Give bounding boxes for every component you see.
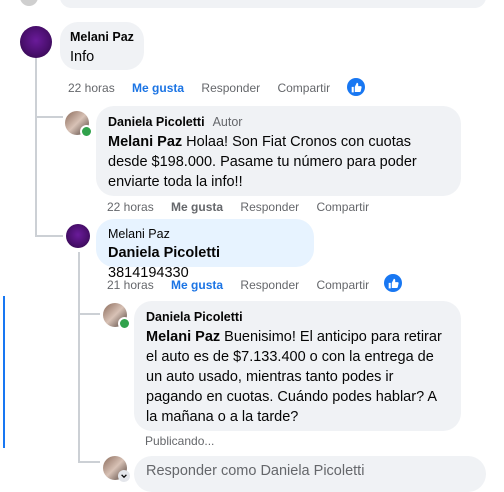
reply-button[interactable]: Responder (201, 81, 260, 95)
thread-connector (35, 116, 63, 118)
reply-bubble: Daniela Picoletti Melani Paz Buenisimo! … (134, 301, 461, 431)
like-reaction-icon[interactable] (347, 78, 365, 96)
share-button[interactable]: Compartir (316, 200, 369, 214)
previous-content-fragment (60, 0, 486, 8)
reply-actions: 21 horas Me gusta Responder Compartir (107, 277, 383, 293)
reply-text: Holaa! Son Fiat Cronos con cuotas (186, 134, 412, 150)
reply-timestamp[interactable]: 22 horas (107, 200, 154, 214)
online-status-icon (80, 125, 93, 138)
reply-text: la mañana o a la tarde? (146, 409, 299, 425)
like-reaction-icon[interactable] (384, 274, 402, 292)
reply-button[interactable]: Responder (240, 200, 299, 214)
share-button[interactable]: Compartir (316, 278, 369, 292)
like-button[interactable]: Me gusta (132, 81, 184, 95)
thread-connector (78, 313, 100, 315)
reply-timestamp[interactable]: 21 horas (107, 278, 154, 292)
avatar[interactable] (20, 26, 52, 58)
reply-input[interactable]: Responder como Daniela Picoletti (134, 456, 486, 492)
reply-bubble: Daniela Picoletti Autor Melani Paz Holaa!… (96, 106, 461, 196)
mention-link[interactable]: Melani Paz (108, 134, 182, 150)
author-badge: Autor (212, 115, 243, 129)
thread-line (78, 252, 80, 462)
reply-text: enviarte toda la info!! (108, 174, 243, 190)
reply-author[interactable]: Daniela Picoletti (108, 115, 205, 129)
reply-text: el auto es de $7.133.400 o con la entreg… (146, 349, 434, 365)
reply-button[interactable]: Responder (240, 278, 299, 292)
like-button[interactable]: Me gusta (171, 200, 223, 214)
share-button[interactable]: Compartir (277, 81, 330, 95)
focus-indicator (3, 296, 5, 448)
thread-connector (35, 235, 63, 237)
avatar (20, 0, 38, 6)
reply-author[interactable]: Melani Paz (108, 226, 302, 242)
comment-actions: 22 horas Me gusta Responder Compartir (68, 80, 344, 96)
publishing-status: Publicando... (145, 434, 215, 448)
dropdown-chevron-icon[interactable] (118, 470, 130, 482)
reply-text: Buenisimo! El anticipo para retirar (224, 329, 442, 345)
comment-author[interactable]: Melani Paz (70, 29, 134, 45)
avatar[interactable] (66, 224, 90, 248)
comment-timestamp[interactable]: 22 horas (68, 81, 115, 95)
reply-actions: 22 horas Me gusta Responder Compartir (107, 199, 383, 215)
reply-text: pagando en cuotas. Cuándo podes hablar? … (146, 389, 438, 405)
like-button[interactable]: Me gusta (171, 278, 223, 292)
comment-text: Info (70, 49, 95, 65)
reply-bubble: Melani Paz Daniela Picoletti 3814194330 (96, 219, 314, 281)
reply-text: desde $198.000. Pasame tu número para po… (108, 154, 417, 170)
comment-bubble: Melani Paz Info (60, 22, 144, 70)
mention-link[interactable]: Melani Paz (146, 329, 220, 345)
online-status-icon (118, 317, 131, 330)
mention-link[interactable]: Daniela Picoletti (108, 245, 220, 261)
thread-line (35, 58, 37, 236)
reply-author[interactable]: Daniela Picoletti (146, 309, 449, 325)
thread-connector (78, 461, 100, 463)
reply-text: un auto usado, mientras tanto podes ir (146, 369, 394, 385)
